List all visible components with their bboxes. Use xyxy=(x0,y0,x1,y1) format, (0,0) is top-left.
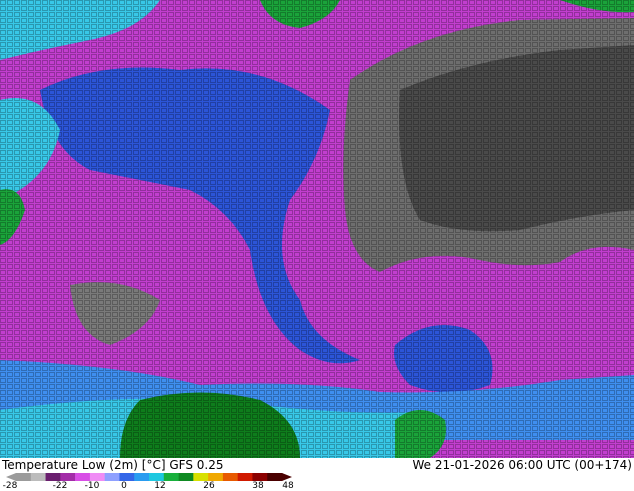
number-grid-overlay xyxy=(0,0,634,458)
legend-color-swatch xyxy=(237,473,253,481)
legend-color-swatch xyxy=(45,473,61,481)
legend-color-swatch xyxy=(193,473,209,481)
legend-color-swatch xyxy=(16,473,32,481)
legend-color-swatch xyxy=(208,473,224,481)
legend-color-swatch xyxy=(119,473,135,481)
legend-color-swatch xyxy=(149,473,165,481)
legend-color-swatch xyxy=(75,473,91,481)
legend-max-arrow xyxy=(282,473,292,481)
legend-color-swatch xyxy=(163,473,179,481)
map-footer: Temperature Low (2m) [°C] GFS 0.25 We 21… xyxy=(0,458,634,491)
legend-color-swatch xyxy=(30,473,46,481)
legend-color-swatch xyxy=(252,473,268,481)
model-name: GFS 0.25 xyxy=(169,458,224,472)
legend-color-swatch xyxy=(89,473,105,481)
weather-map xyxy=(0,0,634,458)
legend-color-swatch xyxy=(134,473,150,481)
legend-color-swatch xyxy=(222,473,238,481)
legend-min-arrow xyxy=(6,473,16,481)
legend-color-swatch xyxy=(178,473,194,481)
legend-color-swatch xyxy=(267,473,283,481)
legend-color-swatch xyxy=(60,473,76,481)
legend-color-swatch xyxy=(104,473,120,481)
field-caption: Temperature Low (2m) [°C] GFS 0.25 xyxy=(2,458,224,472)
valid-time: We 21-01-2026 06:00 UTC (00+174) xyxy=(412,458,632,472)
field-name: Temperature Low (2m) [°C] xyxy=(2,458,166,472)
